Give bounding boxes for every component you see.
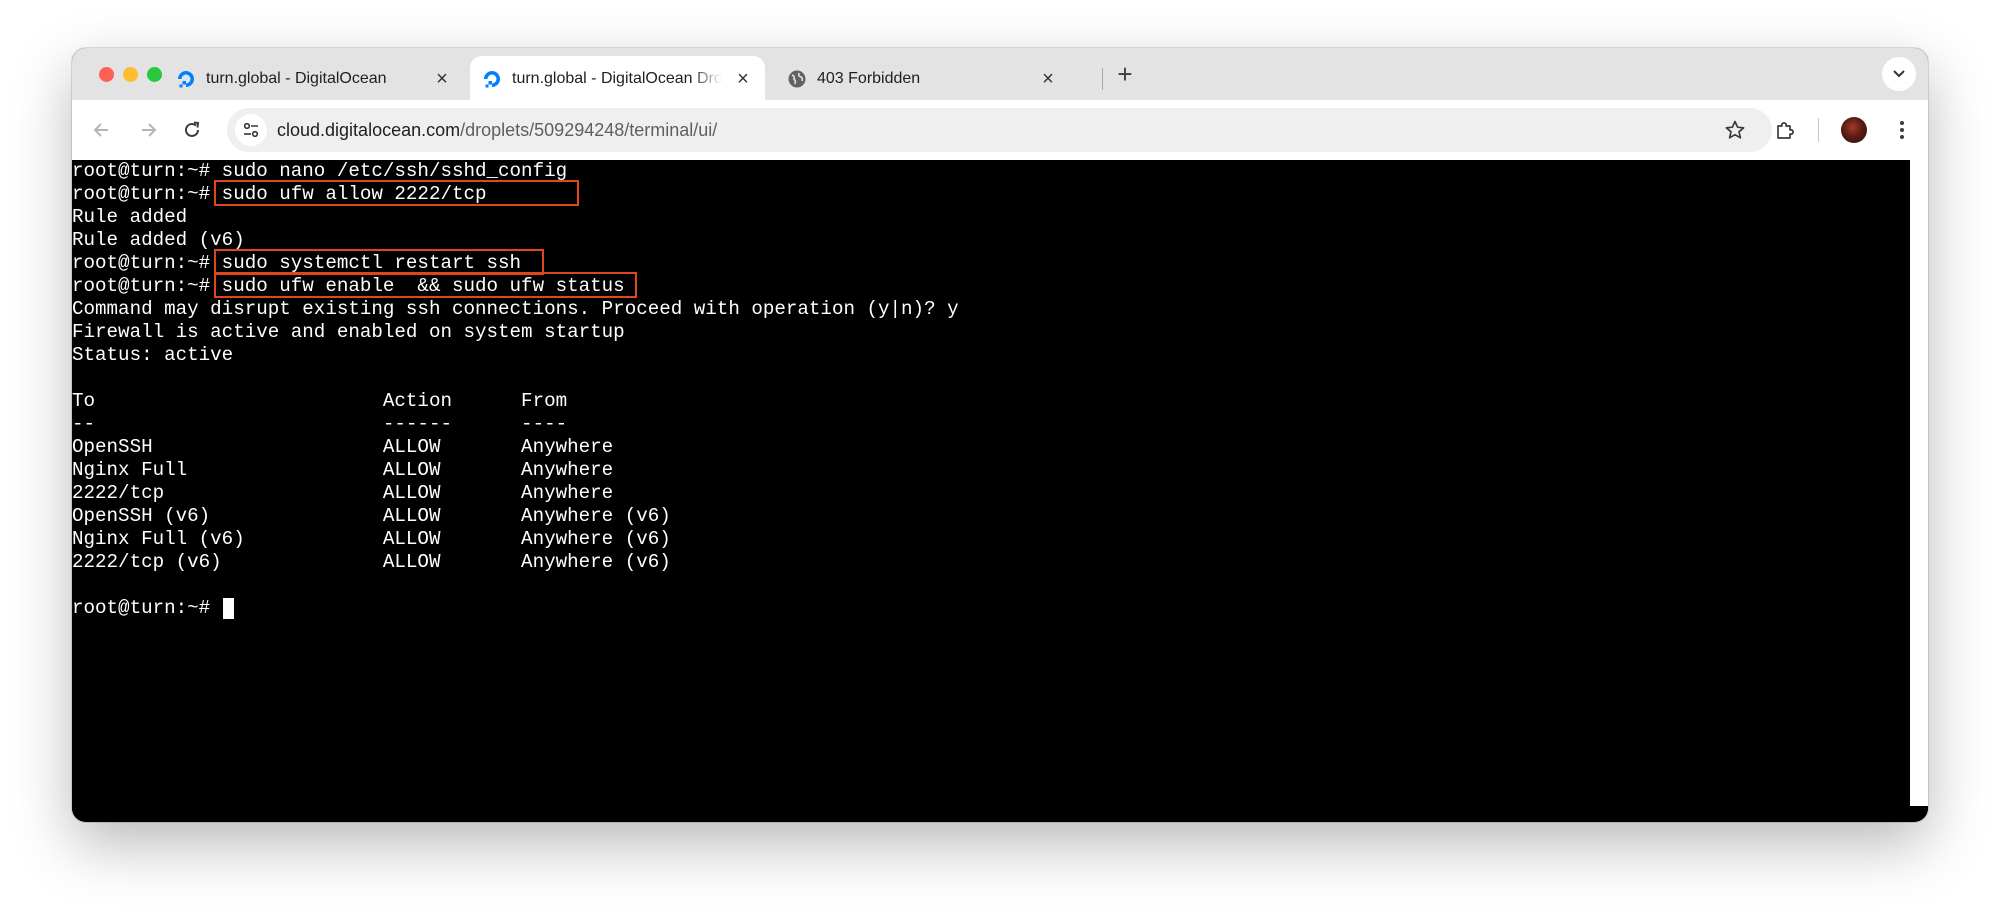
back-button[interactable] <box>86 114 118 146</box>
arrow-left-icon <box>93 123 108 137</box>
digitalocean-icon <box>176 69 196 89</box>
url-text: cloud.digitalocean.com/droplets/50929424… <box>277 120 717 140</box>
tab-close-icon[interactable]: × <box>431 68 453 90</box>
url-path: /droplets/509294248/terminal/ui/ <box>460 120 718 140</box>
terminal-line: To Action From <box>72 390 568 412</box>
tab-search-button[interactable] <box>1882 57 1916 91</box>
close-window-button[interactable] <box>99 67 114 82</box>
tab-title: 403 Forbidden <box>817 70 921 87</box>
extensions-button[interactable] <box>1769 114 1801 146</box>
terminal-line: Nginx Full (v6) ALLOW Anywhere (v6) <box>72 528 671 550</box>
bookmark-button[interactable] <box>1724 119 1746 141</box>
tab-close-icon[interactable]: × <box>732 68 754 90</box>
profile-avatar[interactable] <box>1841 117 1867 143</box>
terminal-line: OpenSSH (v6) ALLOW Anywhere (v6) <box>72 505 671 527</box>
new-tab-button[interactable]: + <box>1110 60 1140 90</box>
terminal-line: Firewall is active and enabled on system… <box>72 321 625 343</box>
terminal-line: Rule added <box>72 206 188 228</box>
terminal-line: Command may disrupt existing ssh connect… <box>72 298 959 320</box>
browser-toolbar: cloud.digitalocean.com/droplets/50929424… <box>72 100 1928 160</box>
terminal-line: root@turn:~# <box>72 597 222 619</box>
terminal-line: OpenSSH ALLOW Anywhere <box>72 436 614 458</box>
tab-title: turn.global - DigitalOcean Droplets <box>512 70 722 87</box>
tab-digitalocean[interactable]: turn.global - DigitalOcean × <box>164 56 464 100</box>
forward-button[interactable] <box>132 114 164 146</box>
address-bar[interactable]: cloud.digitalocean.com/droplets/50929424… <box>227 108 1772 152</box>
zoom-window-button[interactable] <box>147 67 162 82</box>
browser-window: turn.global - DigitalOcean × turn.global… <box>72 48 1928 822</box>
reload-button[interactable] <box>176 114 208 146</box>
reload-icon <box>185 121 200 137</box>
tab-title: turn.global - DigitalOcean <box>206 70 387 87</box>
terminal-line: 2222/tcp ALLOW Anywhere <box>72 482 614 504</box>
tab-separator <box>1102 68 1103 90</box>
terminal-cursor <box>223 598 234 619</box>
toolbar-separator <box>1818 118 1819 142</box>
terminal-line: 2222/tcp (v6) ALLOW Anywhere (v6) <box>72 551 671 573</box>
star-icon <box>1725 120 1745 139</box>
tune-icon <box>243 122 259 138</box>
minimize-window-button[interactable] <box>123 67 138 82</box>
site-info-button[interactable] <box>235 114 267 146</box>
globe-icon <box>787 69 807 89</box>
chevron-down-icon <box>1893 70 1905 78</box>
highlight-box-ufw-allow <box>214 180 579 206</box>
puzzle-icon <box>1777 122 1794 139</box>
browser-menu-button[interactable] <box>1886 114 1918 146</box>
digitalocean-icon <box>482 69 502 89</box>
highlight-box-ufw-enable <box>214 272 637 298</box>
url-host: cloud.digitalocean.com <box>277 120 461 140</box>
tab-close-icon[interactable]: × <box>1037 68 1059 90</box>
terminal-line: Status: active <box>72 344 234 366</box>
tab-digitalocean-droplets[interactable]: turn.global - DigitalOcean Droplets × <box>470 56 765 100</box>
terminal[interactable]: root@turn:~# sudo nano /etc/ssh/sshd_con… <box>72 160 1928 822</box>
tab-403-forbidden[interactable]: 403 Forbidden × <box>775 56 1075 100</box>
terminal-line: Nginx Full ALLOW Anywhere <box>72 459 614 481</box>
tab-strip: turn.global - DigitalOcean × turn.global… <box>72 48 1928 100</box>
more-vert-icon <box>1900 121 1904 139</box>
arrow-right-icon <box>142 123 157 137</box>
terminal-line: -- ------ ---- <box>72 413 568 435</box>
terminal-scrollbar[interactable] <box>1910 160 1928 806</box>
